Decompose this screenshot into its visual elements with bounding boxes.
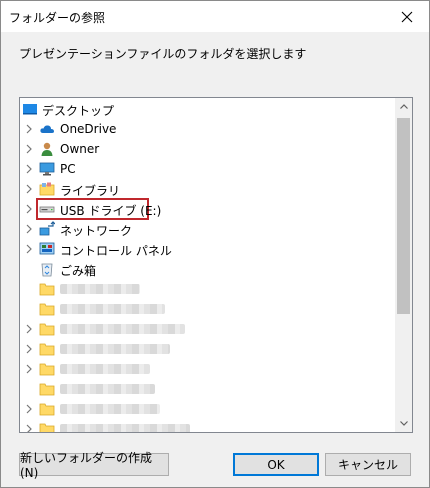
- obscured-label: [60, 404, 160, 414]
- scroll-down-arrow-icon: [399, 421, 408, 426]
- obscured-label: [60, 364, 150, 374]
- tree-item-network[interactable]: ネットワーク: [20, 219, 395, 239]
- title-bar: フォルダーの参照: [1, 1, 429, 32]
- scroll-down-button[interactable]: [395, 415, 412, 432]
- expand-chevron-icon[interactable]: [24, 223, 34, 235]
- tree-rows: デスクトップ OneDrive Owner PC ライブラリ USB ドライブ …: [20, 98, 395, 432]
- folder-icon: [39, 301, 55, 317]
- browse-folder-dialog: フォルダーの参照 プレゼンテーションファイルのフォルダを選択します デスクトップ: [0, 0, 430, 488]
- expand-chevron-icon[interactable]: [24, 143, 34, 155]
- expand-chevron-icon[interactable]: [24, 163, 34, 175]
- expand-chevron-icon[interactable]: [24, 343, 34, 355]
- folder-icon: [39, 401, 55, 417]
- scrollbar-thumb[interactable]: [397, 118, 410, 314]
- cancel-button[interactable]: キャンセル: [325, 453, 411, 476]
- tree-item-library[interactable]: ライブラリ: [20, 179, 395, 199]
- folder-tree[interactable]: デスクトップ OneDrive Owner PC ライブラリ USB ドライブ …: [19, 97, 413, 433]
- tree-item-label: USB ドライブ (E:): [60, 204, 162, 218]
- library-icon: [39, 181, 55, 197]
- obscured-label: [60, 344, 170, 354]
- tree-item-label: デスクトップ: [42, 104, 115, 118]
- obscured-label: [60, 284, 140, 294]
- vertical-scrollbar[interactable]: [395, 98, 412, 432]
- tree-item-desktop[interactable]: デスクトップ: [20, 99, 395, 119]
- tree-item-onedrive[interactable]: OneDrive: [20, 119, 395, 139]
- tree-item-owner[interactable]: Owner: [20, 139, 395, 159]
- tree-item-label: コントロール パネル: [60, 244, 172, 258]
- expand-chevron-icon[interactable]: [24, 123, 34, 135]
- obscured-label: [60, 384, 155, 394]
- expand-chevron-icon[interactable]: [24, 323, 34, 335]
- tree-item-label: ごみ箱: [60, 264, 97, 278]
- tree-item-obscured-folder[interactable]: [20, 399, 395, 419]
- window-title: フォルダーの参照: [9, 11, 106, 25]
- tree-item-obscured-folder[interactable]: [20, 359, 395, 379]
- obscured-label: [60, 324, 185, 334]
- instruction-text: プレゼンテーションファイルのフォルダを選択します: [19, 47, 307, 61]
- new-folder-button[interactable]: 新しいフォルダーの作成(N): [19, 451, 169, 480]
- obscured-label: [60, 424, 190, 432]
- control-panel-icon: [39, 241, 55, 257]
- tree-item-obscured-folder[interactable]: [20, 339, 395, 359]
- tree-item-obscured-folder[interactable]: [20, 419, 395, 432]
- folder-icon: [39, 381, 55, 397]
- tree-item-obscured-folder[interactable]: [20, 379, 395, 399]
- folder-icon: [39, 421, 55, 432]
- tree-item-obscured-folder[interactable]: [20, 319, 395, 339]
- user-folder-icon: [39, 141, 55, 157]
- expand-chevron-icon[interactable]: [24, 203, 34, 215]
- expand-chevron-icon[interactable]: [24, 423, 34, 432]
- tree-item-obscured-folder[interactable]: [20, 299, 395, 319]
- close-button[interactable]: [385, 1, 429, 32]
- expand-chevron-icon[interactable]: [24, 183, 34, 195]
- recycle-bin-icon: [39, 261, 55, 277]
- expand-chevron-icon[interactable]: [24, 243, 34, 255]
- tree-item-label: Owner: [60, 142, 100, 156]
- tree-item-recycle-bin[interactable]: ごみ箱: [20, 259, 395, 279]
- scroll-up-arrow-icon: [399, 104, 408, 109]
- folder-icon: [39, 321, 55, 337]
- folder-icon: [39, 341, 55, 357]
- tree-item-label: ライブラリ: [60, 184, 121, 198]
- obscured-label: [60, 304, 165, 314]
- tree-item-label: PC: [60, 162, 76, 176]
- close-icon: [401, 11, 413, 22]
- usb-drive-icon: [39, 201, 55, 217]
- pc-monitor-icon: [39, 161, 55, 177]
- tree-item-usb-drive[interactable]: USB ドライブ (E:): [20, 198, 395, 220]
- ok-button[interactable]: OK: [233, 453, 319, 476]
- network-icon: [39, 221, 55, 237]
- scroll-up-button[interactable]: [395, 98, 412, 115]
- folder-icon: [39, 281, 55, 297]
- tree-item-control-panel[interactable]: コントロール パネル: [20, 239, 395, 259]
- tree-item-obscured-folder[interactable]: [20, 279, 395, 299]
- expand-chevron-icon[interactable]: [24, 403, 34, 415]
- tree-item-pc[interactable]: PC: [20, 159, 395, 179]
- tree-item-label: OneDrive: [60, 122, 117, 136]
- folder-icon: [39, 361, 55, 377]
- desktop-icon: [22, 101, 38, 117]
- onedrive-cloud-icon: [39, 121, 55, 137]
- tree-item-label: ネットワーク: [60, 224, 133, 238]
- expand-chevron-icon[interactable]: [24, 363, 34, 375]
